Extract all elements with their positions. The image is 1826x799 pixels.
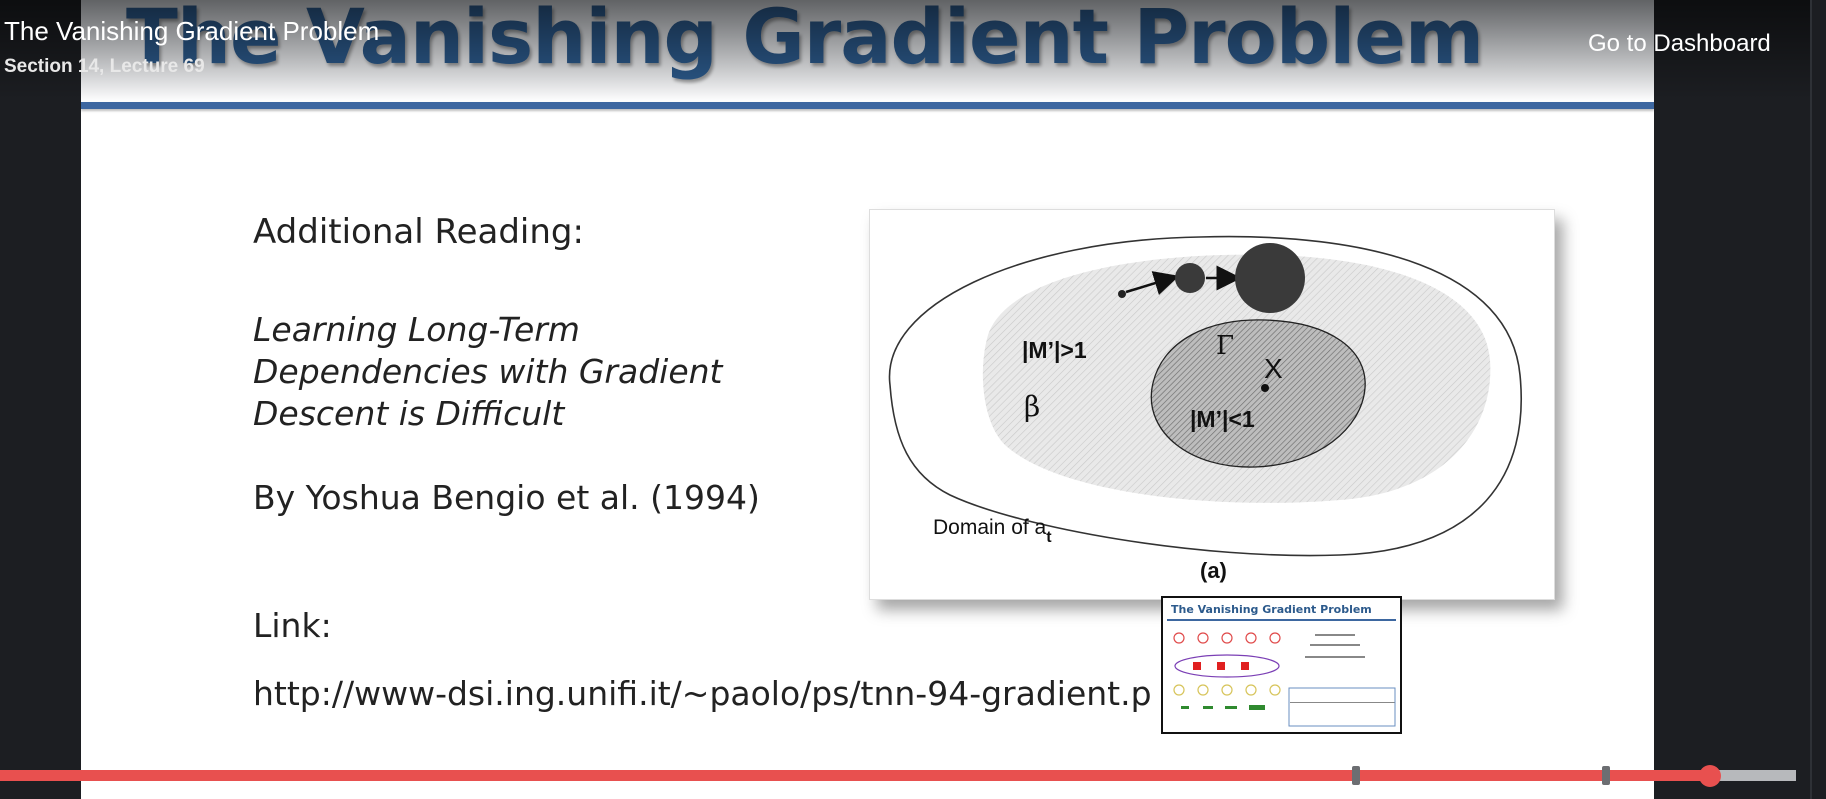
- label-x: X: [1264, 353, 1283, 384]
- trajectory-start: [1118, 290, 1126, 298]
- slide-content: The Vanishing Gradient Problem Additiona…: [81, 0, 1654, 799]
- paper-title-line: Descent is Difficult: [253, 394, 565, 433]
- label-gamma: Γ: [1216, 331, 1234, 361]
- right-edge-panel: [1810, 0, 1826, 799]
- label-domain-sub: t: [1046, 529, 1052, 546]
- preview-thumbnail: The Vanishing Gradient Problem: [1161, 596, 1402, 734]
- fixed-point: [1261, 384, 1269, 392]
- lecture-title: The Vanishing Gradient Problem: [4, 16, 380, 46]
- link-url: http://www-dsi.ing.unifi.it/~paolo/ps/tn…: [253, 674, 1152, 713]
- reading-heading: Additional Reading:: [253, 212, 584, 252]
- trajectory-small-ball: [1175, 263, 1205, 293]
- label-inner: |M’|<1: [1190, 406, 1255, 432]
- go-to-dashboard-link[interactable]: Go to Dashboard: [1588, 30, 1771, 58]
- link-label: Link:: [253, 606, 332, 645]
- label-outer: |M’|>1: [1022, 337, 1087, 363]
- progress-bar[interactable]: [0, 765, 1796, 787]
- slide-title-rule: [81, 102, 1654, 109]
- paper-title-line: Learning Long-Term: [253, 310, 580, 349]
- thumbnail-title: The Vanishing Gradient Problem: [1171, 603, 1372, 616]
- label-beta: β: [1024, 390, 1040, 423]
- bookmark-marker[interactable]: [1351, 766, 1360, 785]
- label-domain: Domain of at: [933, 516, 1052, 546]
- paper-title-line: Dependencies with Gradient: [253, 352, 723, 391]
- thumbnail-rule: [1167, 619, 1396, 621]
- progress-scrubber-handle[interactable]: [1698, 765, 1721, 787]
- progress-fill: [0, 770, 1710, 781]
- author-line: By Yoshua Bengio et al. (1994): [253, 478, 760, 517]
- trajectory-large-ball: [1235, 243, 1305, 313]
- domain-diagram: |M’|>1 β Γ X |M’|<1 Domain of at (a): [888, 235, 1522, 583]
- figure-caption: (a): [1200, 558, 1227, 583]
- bookmark-marker[interactable]: [1601, 766, 1610, 785]
- thumbnail-diagram: [1173, 632, 1396, 727]
- lecture-subtitle: Section 14, Lecture 69: [4, 56, 205, 77]
- figure-diagram: |M’|>1 β Γ X |M’|<1 Domain of at (a): [869, 209, 1555, 600]
